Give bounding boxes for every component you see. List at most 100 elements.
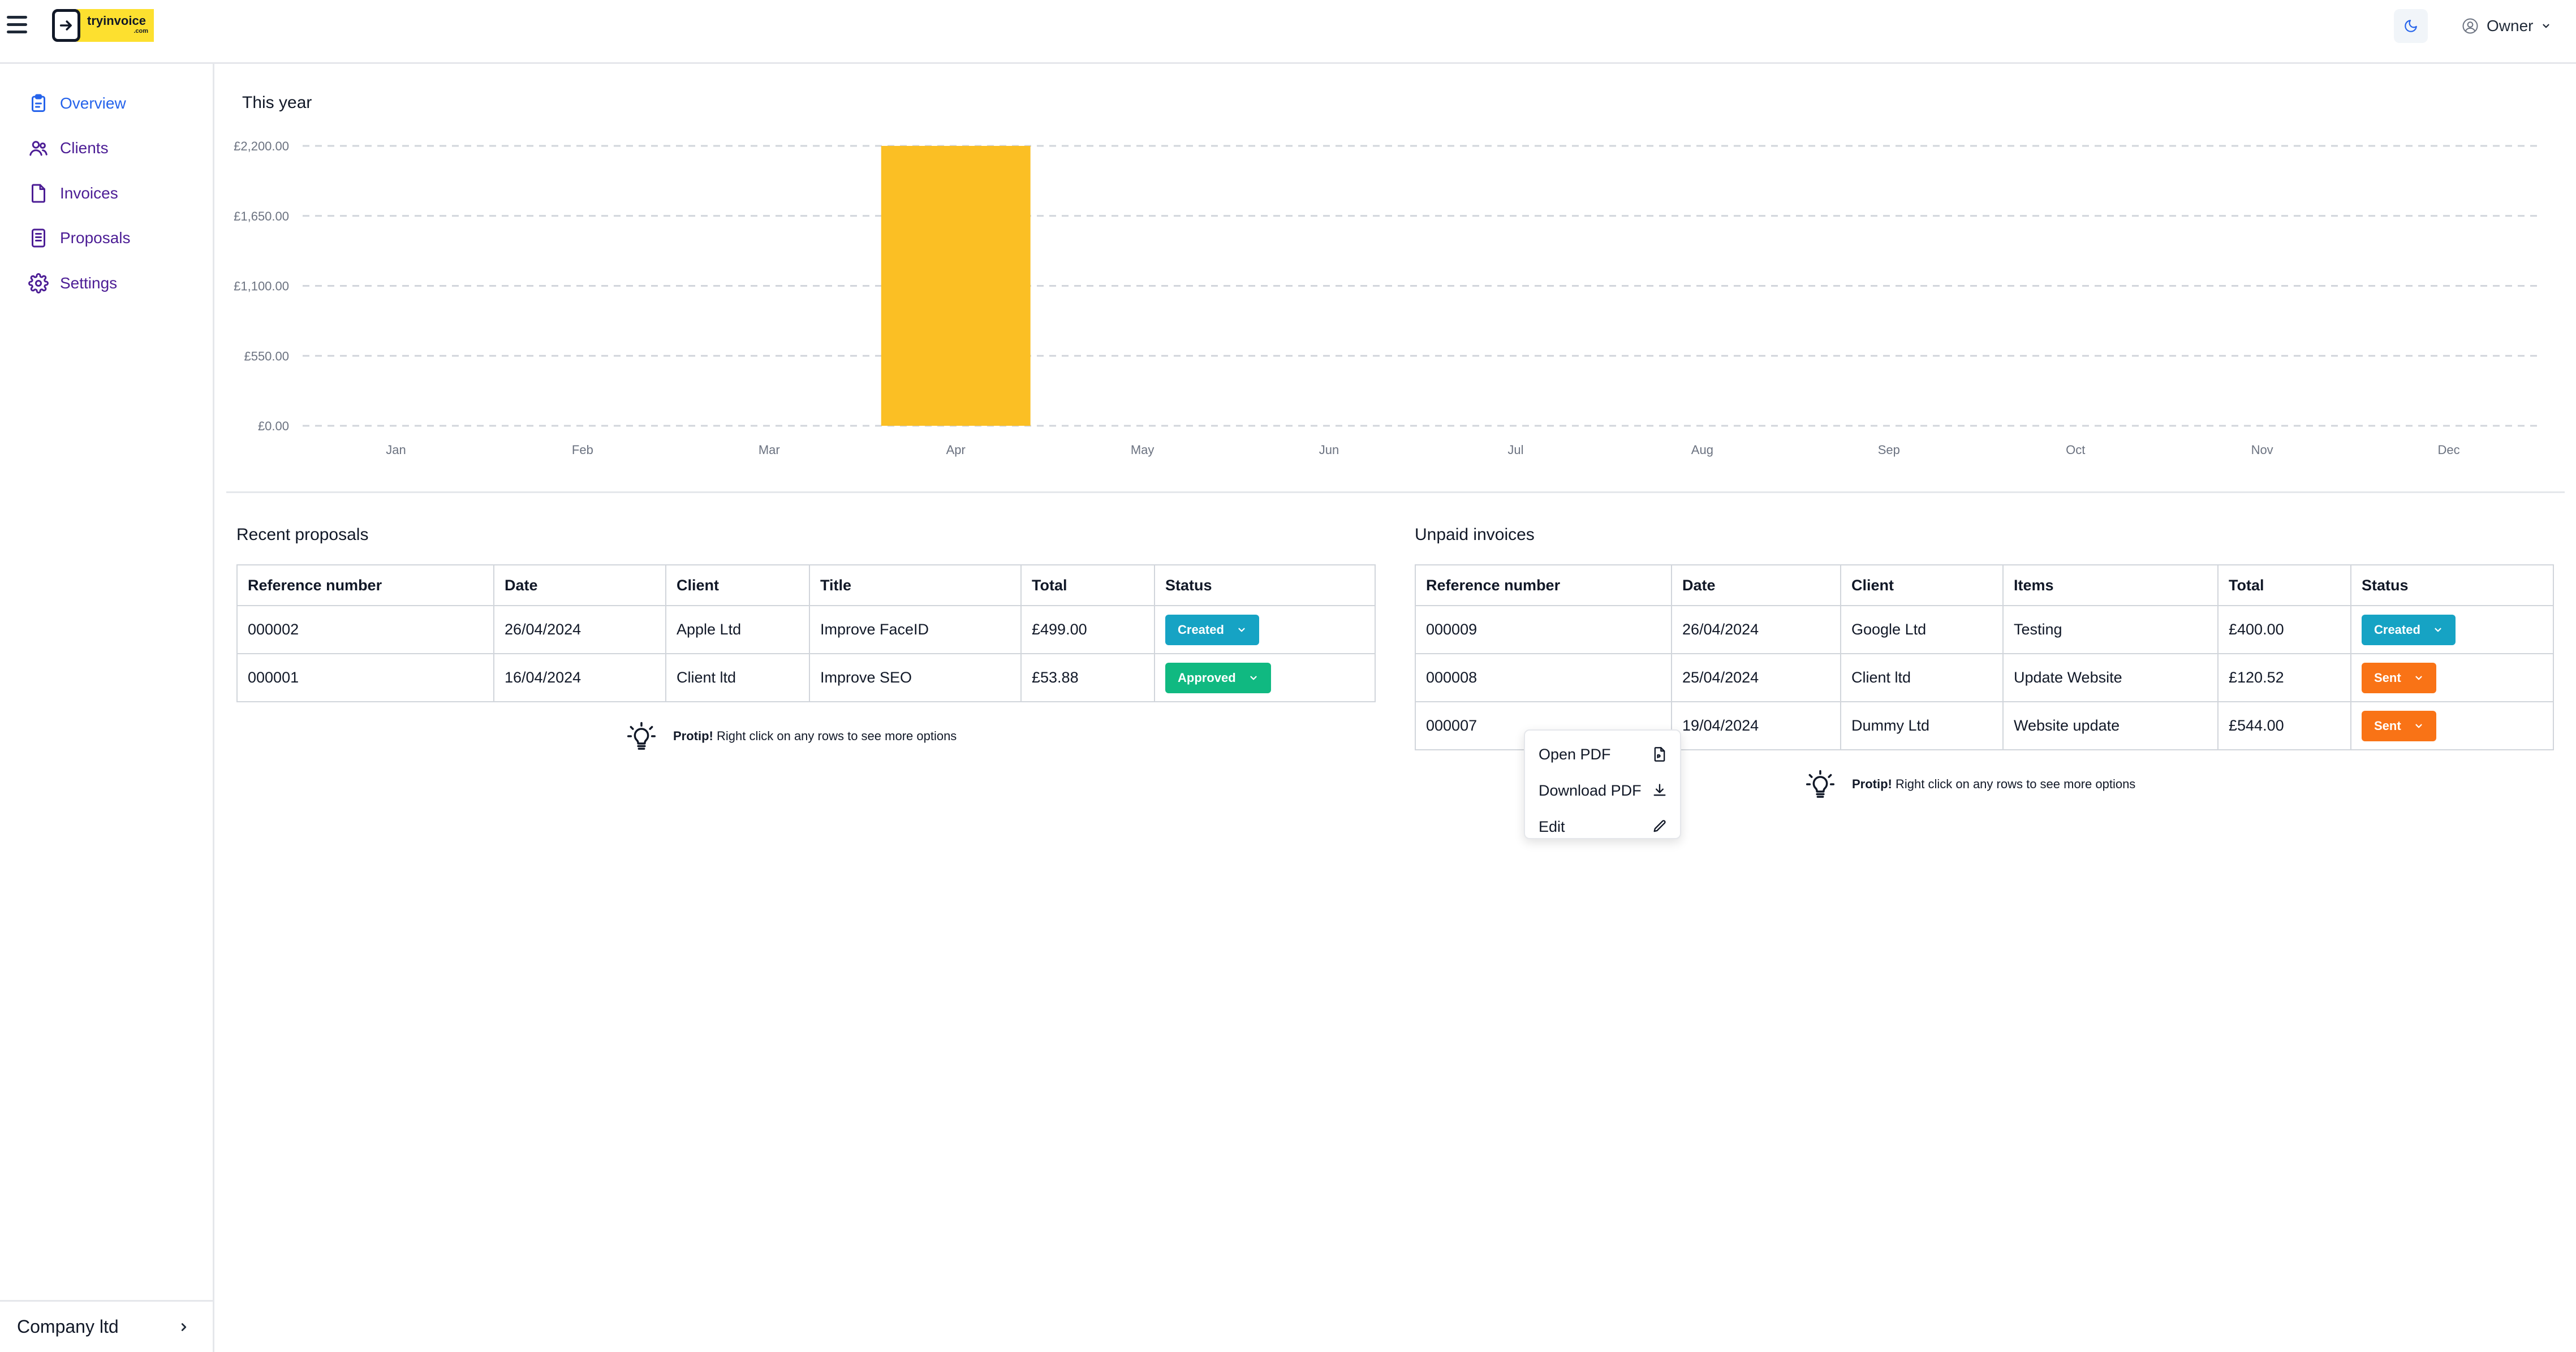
x-tick-label: Aug xyxy=(1691,443,1713,457)
sidebar-item-settings[interactable]: Settings xyxy=(28,269,117,297)
cell-ref: 000009 xyxy=(1415,605,1672,654)
status-label: Sent xyxy=(2374,718,2401,733)
proposals-table: Reference number Date Client Title Total… xyxy=(236,564,1376,702)
menu-item-label: Open PDF xyxy=(1539,745,1611,763)
status-dropdown[interactable]: Sent xyxy=(2362,662,2436,693)
sidebar-item-clients[interactable]: Clients xyxy=(28,134,109,162)
cell-items: Update Website xyxy=(2002,653,2219,702)
chevron-right-icon xyxy=(181,1323,187,1331)
cell-ref: 000001 xyxy=(236,653,494,702)
menu-item-label: Edit xyxy=(1539,818,1565,835)
moon-icon xyxy=(2405,20,2417,32)
status-label: Sent xyxy=(2374,670,2401,685)
sidebar-item-label: Overview xyxy=(60,94,126,112)
invoices-title: Unpaid invoices xyxy=(1415,525,1535,544)
sidebar: Overview Clients Invoices Proposals Sett… xyxy=(0,64,214,1352)
status-dropdown[interactable]: Created xyxy=(1165,614,1259,645)
column-header: Title xyxy=(809,564,1022,606)
cell-status: Approved xyxy=(1154,653,1376,702)
context-menu-open-pdf[interactable]: Open PDF xyxy=(1525,736,1680,772)
top-bar: tryinvoice .com Owner xyxy=(0,0,2576,64)
column-header: Items xyxy=(2002,564,2219,606)
column-header: Client xyxy=(1840,564,2004,606)
cell-status: Sent xyxy=(2350,653,2554,702)
table-row[interactable]: 000008 25/04/2024 Client ltd Update Webs… xyxy=(1415,653,2554,702)
x-tick-label: Apr xyxy=(946,443,966,457)
sidebar-item-overview[interactable]: Overview xyxy=(28,89,126,118)
cell-total: £120.52 xyxy=(2217,653,2351,702)
sidebar-item-label: Proposals xyxy=(60,229,131,247)
sidebar-item-label: Clients xyxy=(60,139,109,157)
cell-ref: 000008 xyxy=(1415,653,1672,702)
status-dropdown[interactable]: Sent xyxy=(2362,710,2436,741)
x-tick-label: Mar xyxy=(759,443,780,457)
column-header: Reference number xyxy=(236,564,494,606)
cell-client: Client ltd xyxy=(1840,653,2004,702)
table-row[interactable]: 000009 26/04/2024 Google Ltd Testing £40… xyxy=(1415,605,2554,654)
status-dropdown[interactable]: Created xyxy=(2362,614,2456,645)
table-row[interactable]: 000001 16/04/2024 Client ltd Improve SEO… xyxy=(236,653,1376,702)
download-icon xyxy=(1653,784,1666,796)
cell-date: 16/04/2024 xyxy=(493,653,666,702)
logo-arrow-icon xyxy=(52,9,80,42)
logo-wordmark: tryinvoice .com xyxy=(77,9,154,42)
cell-client: Apple Ltd xyxy=(665,605,810,654)
cell-total: £400.00 xyxy=(2217,605,2351,654)
status-label: Approved xyxy=(1178,670,1236,685)
bar-apr[interactable] xyxy=(881,146,1031,426)
y-tick-label: £1,100.00 xyxy=(234,279,289,293)
user-menu[interactable]: Owner xyxy=(2462,14,2551,38)
cell-date: 26/04/2024 xyxy=(493,605,666,654)
proposals-title: Recent proposals xyxy=(236,525,369,544)
column-header: Total xyxy=(2217,564,2351,606)
cell-title: Improve FaceID xyxy=(809,605,1022,654)
cell-status: Created xyxy=(2350,605,2554,654)
cell-date: 25/04/2024 xyxy=(1671,653,1841,702)
status-label: Created xyxy=(2374,622,2420,637)
cell-total: £544.00 xyxy=(2217,701,2351,750)
y-tick-label: £550.00 xyxy=(244,349,289,363)
table-row[interactable]: 000002 26/04/2024 Apple Ltd Improve Face… xyxy=(236,605,1376,654)
menu-icon[interactable] xyxy=(7,16,31,36)
cell-client: Client ltd xyxy=(665,653,810,702)
lightbulb-icon xyxy=(1806,770,1835,798)
chevron-down-icon xyxy=(2543,24,2550,28)
x-tick-label: Jan xyxy=(386,443,406,457)
dark-mode-toggle[interactable] xyxy=(2394,9,2428,43)
x-tick-label: Oct xyxy=(2066,443,2085,457)
y-tick-label: £0.00 xyxy=(258,419,289,433)
x-tick-label: Dec xyxy=(2437,443,2459,457)
column-header: Date xyxy=(1671,564,1841,606)
sidebar-item-proposals[interactable]: Proposals xyxy=(28,224,131,252)
protip-text: Protip! Right click on any rows to see m… xyxy=(1852,777,2136,791)
y-tick-label: £2,200.00 xyxy=(234,139,289,153)
logo[interactable]: tryinvoice .com xyxy=(52,8,154,43)
chevron-down-icon xyxy=(2435,628,2441,632)
chevron-down-icon xyxy=(1250,676,1257,680)
clipboard-icon xyxy=(32,94,45,112)
sidebar-item-invoices[interactable]: Invoices xyxy=(28,179,118,208)
x-tick-label: Feb xyxy=(572,443,593,457)
x-tick-label: Sep xyxy=(1878,443,1900,457)
revenue-bar-chart: £0.00 £550.00 £1,100.00 £1,650.00 £2,200.00 J… xyxy=(234,139,2542,457)
cell-status: Sent xyxy=(2350,701,2554,750)
cell-date: 19/04/2024 xyxy=(1671,701,1841,750)
cell-total: £53.88 xyxy=(1020,653,1155,702)
y-tick-label: £1,650.00 xyxy=(234,209,289,223)
company-switcher[interactable]: Company ltd xyxy=(0,1300,213,1352)
context-menu-download-pdf[interactable]: Download PDF xyxy=(1525,772,1680,809)
protip: Protip! Right click on any rows to see m… xyxy=(626,720,957,752)
context-menu-edit[interactable]: Edit xyxy=(1525,809,1680,845)
pencil-icon xyxy=(1653,820,1666,832)
invoices-table: Reference number Date Client Items Total… xyxy=(1415,564,2554,750)
lightbulb-icon xyxy=(627,722,656,750)
section-divider xyxy=(226,491,2565,493)
cell-title: Improve SEO xyxy=(809,653,1022,702)
cell-items: Testing xyxy=(2002,605,2219,654)
file-icon xyxy=(32,184,45,203)
status-dropdown[interactable]: Approved xyxy=(1165,662,1271,693)
cell-client: Google Ltd xyxy=(1840,605,2004,654)
gear-icon xyxy=(28,273,49,293)
chart-title: This year xyxy=(242,93,312,112)
chevron-down-icon xyxy=(1238,628,1245,632)
